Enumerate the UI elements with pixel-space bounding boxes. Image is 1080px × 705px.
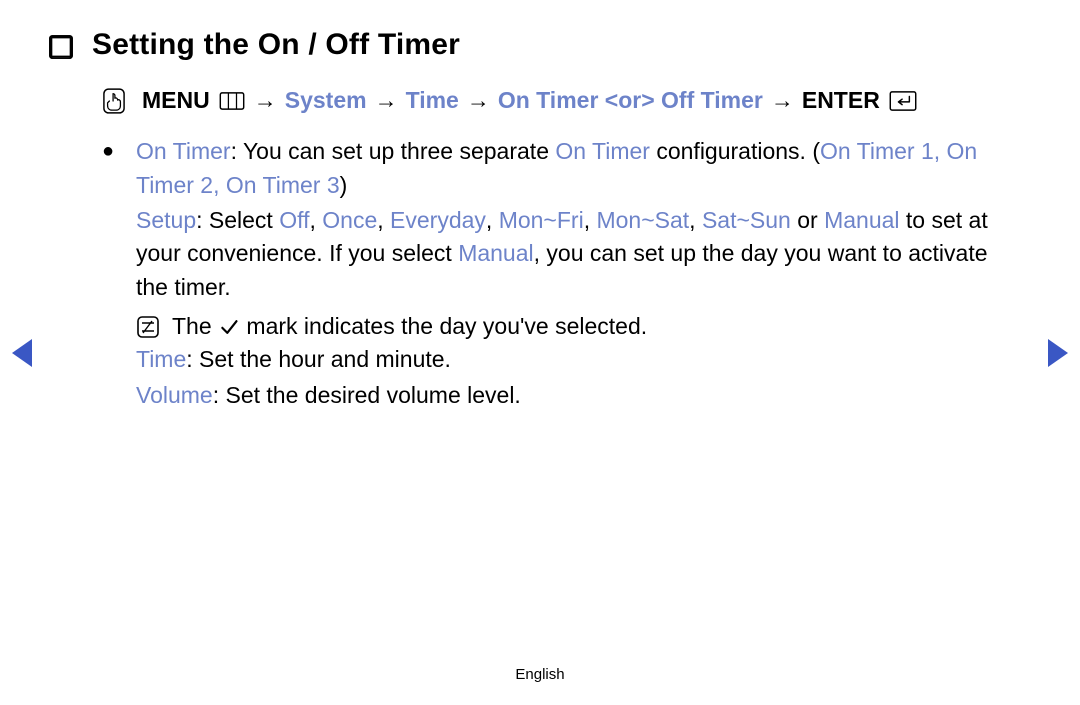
enter-icon [888, 90, 918, 112]
menu-icon [218, 91, 246, 111]
manual-page: Setting the On / Off Timer MENU → System… [0, 0, 1080, 705]
section-icon [48, 34, 74, 60]
note-text: The mark indicates the day you've select… [172, 310, 647, 343]
time-line: Time: Set the hour and minute. [136, 343, 1002, 376]
page-body: MENU → System → Time → On Timer <or> Off… [48, 84, 1032, 414]
path-timer: On Timer <or> Off Timer [498, 84, 763, 117]
t: , [689, 207, 702, 233]
setup-label: Setup [136, 207, 196, 233]
note-icon [136, 315, 160, 339]
path-system: System [285, 84, 367, 117]
next-page-button[interactable] [1048, 339, 1068, 367]
hand-icon [102, 87, 126, 115]
bullet-dot: ● [102, 135, 116, 414]
t: : Set the hour and minute. [186, 346, 451, 372]
bullet-on-timer: ● On Timer: You can set up three separat… [102, 135, 1032, 414]
path-time: Time [406, 84, 459, 117]
menu-path: MENU → System → Time → On Timer <or> Off… [102, 84, 1032, 117]
enter-label: ENTER [802, 84, 880, 117]
page-title: Setting the On / Off Timer [92, 28, 460, 62]
t: : You can set up three separate [231, 138, 556, 164]
opt-monsat: Mon~Sat [596, 207, 689, 233]
opt-manual: Manual [824, 207, 899, 233]
t: ) [340, 172, 348, 198]
t: , [584, 207, 597, 233]
prev-page-button[interactable] [12, 339, 32, 367]
setup-line: Setup: Select Off, Once, Everyday, Mon~F… [136, 204, 1002, 304]
opt-satsun: Sat~Sun [702, 207, 791, 233]
on-timer-line: On Timer: You can set up three separate … [136, 135, 1002, 202]
bullet-content: On Timer: You can set up three separate … [136, 135, 1032, 414]
t: mark indicates the day you've selected. [246, 313, 647, 339]
t: or [791, 207, 824, 233]
opt-manual2: Manual [458, 240, 533, 266]
menu-label: MENU [142, 84, 210, 117]
opt-once: Once [322, 207, 377, 233]
arrow: → [375, 84, 398, 117]
arrow: → [771, 84, 794, 117]
t: On Timer [555, 138, 650, 164]
volume-label: Volume [136, 382, 213, 408]
opt-everyday: Everyday [390, 207, 486, 233]
on-timer-label: On Timer [136, 138, 231, 164]
t: : Select [196, 207, 279, 233]
note-row: The mark indicates the day you've select… [136, 310, 1002, 343]
time-label: Time [136, 346, 186, 372]
t: , [309, 207, 322, 233]
t: , [486, 207, 499, 233]
t: , [377, 207, 390, 233]
t: : Set the desired volume level. [213, 382, 521, 408]
opt-off: Off [279, 207, 309, 233]
check-icon [218, 316, 240, 338]
arrow: → [254, 84, 277, 117]
arrow: → [467, 84, 490, 117]
volume-line: Volume: Set the desired volume level. [136, 379, 1002, 412]
t: configurations. ( [650, 138, 820, 164]
t: The [172, 313, 218, 339]
opt-monfri: Mon~Fri [499, 207, 584, 233]
footer-language: English [0, 666, 1080, 683]
page-title-row: Setting the On / Off Timer [48, 28, 1032, 62]
